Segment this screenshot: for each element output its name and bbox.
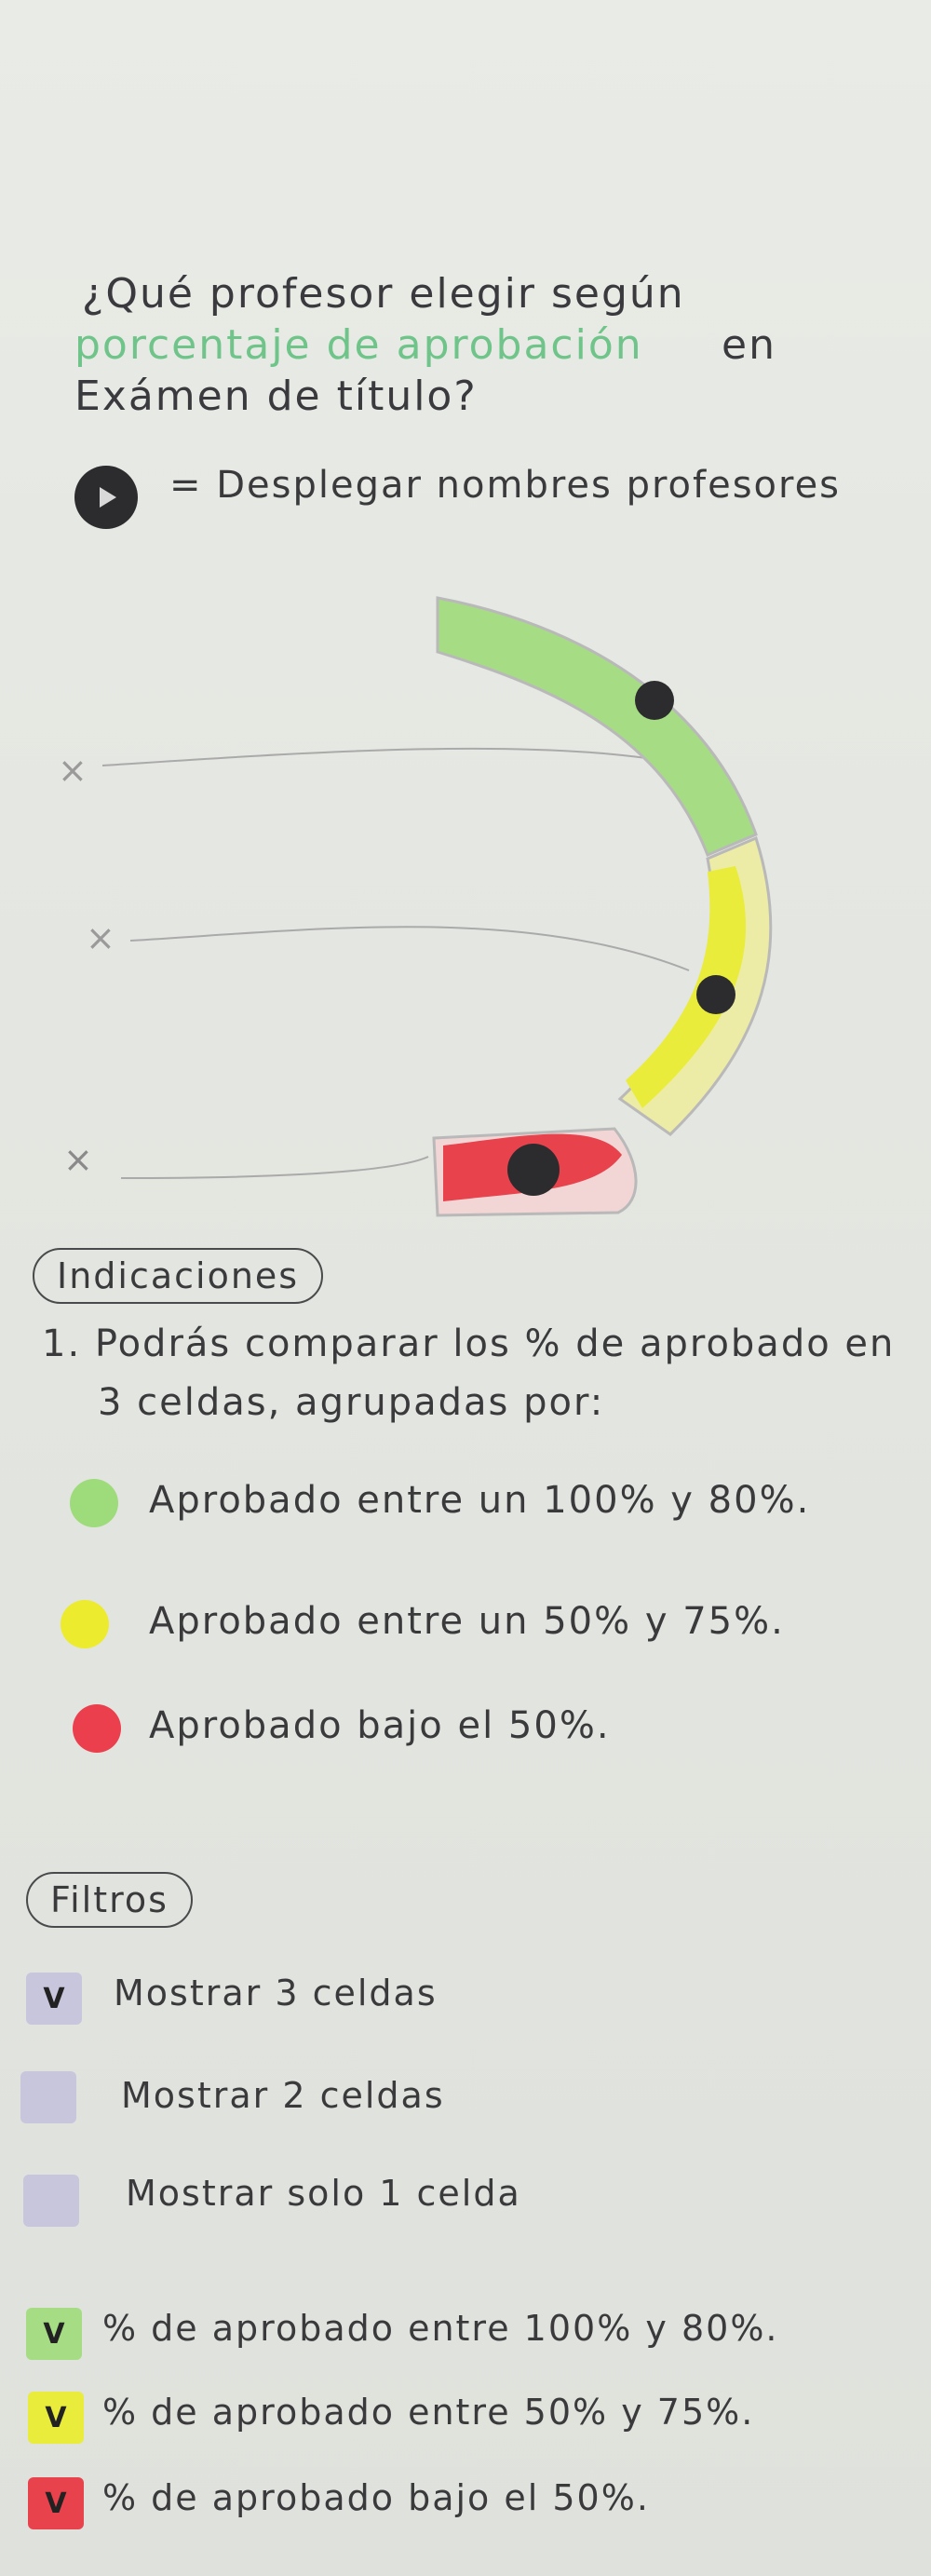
marker-2: × bbox=[86, 917, 115, 958]
question-line-2-rest: en bbox=[722, 321, 776, 369]
filter-checkbox-yellow[interactable]: V bbox=[28, 2392, 84, 2444]
red-dot bbox=[73, 1704, 121, 1753]
filter-checkbox-red[interactable]: V bbox=[28, 2477, 84, 2529]
indicaciones-line-1: 1. Podrás comparar los % de aprobado en bbox=[42, 1322, 896, 1365]
indicaciones-item-yellow: Aprobado entre un 50% y 75%. bbox=[149, 1600, 785, 1643]
play-marker-red bbox=[507, 1144, 560, 1196]
play-icon[interactable] bbox=[74, 466, 138, 529]
marker-1: × bbox=[58, 750, 88, 791]
marker-3: × bbox=[63, 1139, 93, 1180]
play-marker-yellow bbox=[696, 975, 735, 1014]
arc-segment-green bbox=[436, 596, 758, 857]
indicaciones-line-2: 3 celdas, agrupadas por: bbox=[98, 1381, 605, 1424]
filter-checkbox-2-celdas[interactable] bbox=[20, 2071, 76, 2123]
arc-diagram: × × × bbox=[58, 596, 773, 1217]
play-marker-green bbox=[635, 681, 674, 720]
filter-label-red: % de aprobado bajo el 50%. bbox=[102, 2477, 650, 2518]
connector-line-2 bbox=[129, 926, 690, 971]
filter-label-3-celdas: Mostrar 3 celdas bbox=[114, 1973, 438, 2013]
question-line-1: ¿Qué profesor elegir según bbox=[82, 270, 685, 318]
filter-label-yellow: % de aprobado entre 50% y 75%. bbox=[102, 2392, 755, 2433]
connector-line-1 bbox=[101, 747, 671, 766]
filter-checkbox-3-celdas[interactable]: V bbox=[26, 1973, 82, 2025]
filter-checkbox-1-celda[interactable] bbox=[23, 2175, 79, 2227]
filter-label-green: % de aprobado entre 100% y 80%. bbox=[102, 2308, 779, 2349]
filter-checkbox-green[interactable]: V bbox=[26, 2308, 82, 2360]
indicaciones-title: Indicaciones bbox=[33, 1248, 324, 1304]
yellow-dot bbox=[61, 1600, 109, 1648]
green-dot bbox=[70, 1479, 118, 1527]
legend-text: = Desplegar nombres profesores bbox=[169, 464, 842, 507]
filter-label-2-celdas: Mostrar 2 celdas bbox=[121, 2075, 445, 2116]
connector-line-3 bbox=[120, 1156, 429, 1179]
filter-label-1-celda: Mostrar solo 1 celda bbox=[126, 2173, 521, 2214]
indicaciones-item-red: Aprobado bajo el 50%. bbox=[149, 1704, 611, 1747]
question-line-2-highlight: porcentaje de aprobación bbox=[74, 321, 643, 369]
question-line-3: Exámen de título? bbox=[74, 373, 478, 420]
filtros-title: Filtros bbox=[26, 1872, 193, 1928]
indicaciones-item-green: Aprobado entre un 100% y 80%. bbox=[149, 1479, 811, 1522]
